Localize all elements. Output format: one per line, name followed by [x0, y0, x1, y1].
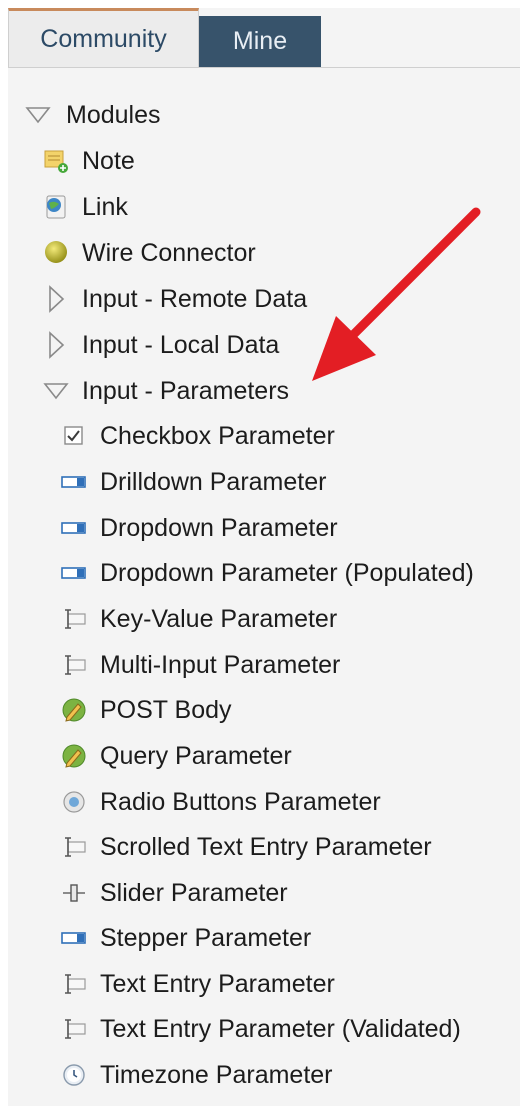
tab-bar: Community Mine — [8, 8, 520, 68]
tree-item-wire-connector[interactable]: Wire Connector — [42, 233, 256, 273]
text-cursor-icon — [60, 970, 88, 998]
tree-item-label: Radio Buttons Parameter — [100, 788, 381, 816]
tree-item-key-value-parameter[interactable]: Key-Value Parameter — [60, 599, 337, 639]
tree-node-input-local-data[interactable]: Input - Local Data — [42, 325, 279, 365]
tree-item-label: Key-Value Parameter — [100, 605, 338, 633]
tree-node-label: Input - Remote Data — [82, 285, 308, 313]
note-icon — [42, 147, 70, 175]
tree-item-query-parameter[interactable]: Query Parameter — [60, 736, 292, 776]
tree-node-modules[interactable]: Modules — [24, 95, 161, 135]
checkbox-icon — [60, 422, 88, 450]
dropdown-field-icon — [60, 468, 88, 496]
tree-item-label: Note — [82, 147, 135, 175]
tree-item-checkbox-parameter[interactable]: Checkbox Parameter — [60, 416, 335, 456]
tree-item-label: Query Parameter — [100, 742, 292, 770]
expanded-triangle-icon[interactable] — [42, 377, 70, 405]
tree-item-scrolled-text-entry-parameter[interactable]: Scrolled Text Entry Parameter — [60, 827, 432, 867]
tree-item-label: Timezone Parameter — [100, 1061, 333, 1089]
tree-item-stepper-parameter[interactable]: Stepper Parameter — [60, 918, 311, 958]
tree-item-label: Drilldown Parameter — [100, 468, 327, 496]
tree-item-drilldown-parameter[interactable]: Drilldown Parameter — [60, 462, 326, 502]
pencil-globe-icon — [60, 742, 88, 770]
tree-item-text-entry-parameter-validated[interactable]: Text Entry Parameter (Validated) — [60, 1009, 461, 1049]
tree-item-label: POST Body — [100, 696, 232, 724]
tree-item-multi-input-parameter[interactable]: Multi-Input Parameter — [60, 645, 340, 685]
collapsed-triangle-icon[interactable] — [42, 285, 70, 313]
tree-item-link[interactable]: Link — [42, 187, 128, 227]
tree-item-label: Text Entry Parameter (Validated) — [100, 1015, 461, 1043]
tree-item-label: Dropdown Parameter (Populated) — [100, 559, 474, 587]
tree-node-input-parameters[interactable]: Input - Parameters — [42, 371, 289, 411]
radio-button-icon — [60, 788, 88, 816]
tree-item-label: Checkbox Parameter — [100, 422, 335, 450]
tab-divider — [8, 67, 520, 68]
tree-item-timezone-parameter[interactable]: Timezone Parameter — [60, 1055, 333, 1095]
tree-item-note[interactable]: Note — [42, 141, 135, 181]
tree-item-label: Scrolled Text Entry Parameter — [100, 833, 432, 861]
tree-node-label: Input - Parameters — [82, 377, 290, 405]
collapsed-triangle-icon[interactable] — [42, 331, 70, 359]
wire-connector-icon — [42, 239, 70, 267]
tree-item-label: Multi-Input Parameter — [100, 651, 341, 679]
tree-item-label: Text Entry Parameter — [100, 970, 335, 998]
slider-icon — [60, 879, 88, 907]
text-cursor-icon — [60, 651, 88, 679]
tab-mine[interactable]: Mine — [199, 16, 321, 67]
dropdown-field-icon — [60, 924, 88, 952]
tree-item-label: Stepper Parameter — [100, 924, 312, 952]
dropdown-field-icon — [60, 514, 88, 542]
tree-node-label: Modules — [66, 101, 161, 129]
tree-item-label: Dropdown Parameter — [100, 514, 338, 542]
text-cursor-icon — [60, 833, 88, 861]
tree-item-dropdown-parameter[interactable]: Dropdown Parameter — [60, 508, 338, 548]
dropdown-field-icon — [60, 559, 88, 587]
tree-item-label: Link — [82, 193, 128, 221]
tree-item-label: Wire Connector — [82, 239, 256, 267]
tree-node-label: Input - Local Data — [82, 331, 280, 359]
text-cursor-icon — [60, 1015, 88, 1043]
clock-icon — [60, 1061, 88, 1089]
pencil-globe-icon — [60, 696, 88, 724]
tree-item-slider-parameter[interactable]: Slider Parameter — [60, 873, 288, 913]
text-cursor-icon — [60, 605, 88, 633]
expanded-triangle-icon[interactable] — [24, 101, 52, 129]
tree-item-dropdown-parameter-populated[interactable]: Dropdown Parameter (Populated) — [60, 553, 474, 593]
link-icon — [42, 193, 70, 221]
tab-community[interactable]: Community — [8, 8, 199, 67]
tree-item-radio-buttons-parameter[interactable]: Radio Buttons Parameter — [60, 782, 381, 822]
tree-node-input-remote-data[interactable]: Input - Remote Data — [42, 279, 307, 319]
tree-item-label: Slider Parameter — [100, 879, 288, 907]
tree-item-post-body[interactable]: POST Body — [60, 690, 232, 730]
tree-item-text-entry-parameter[interactable]: Text Entry Parameter — [60, 964, 335, 1004]
